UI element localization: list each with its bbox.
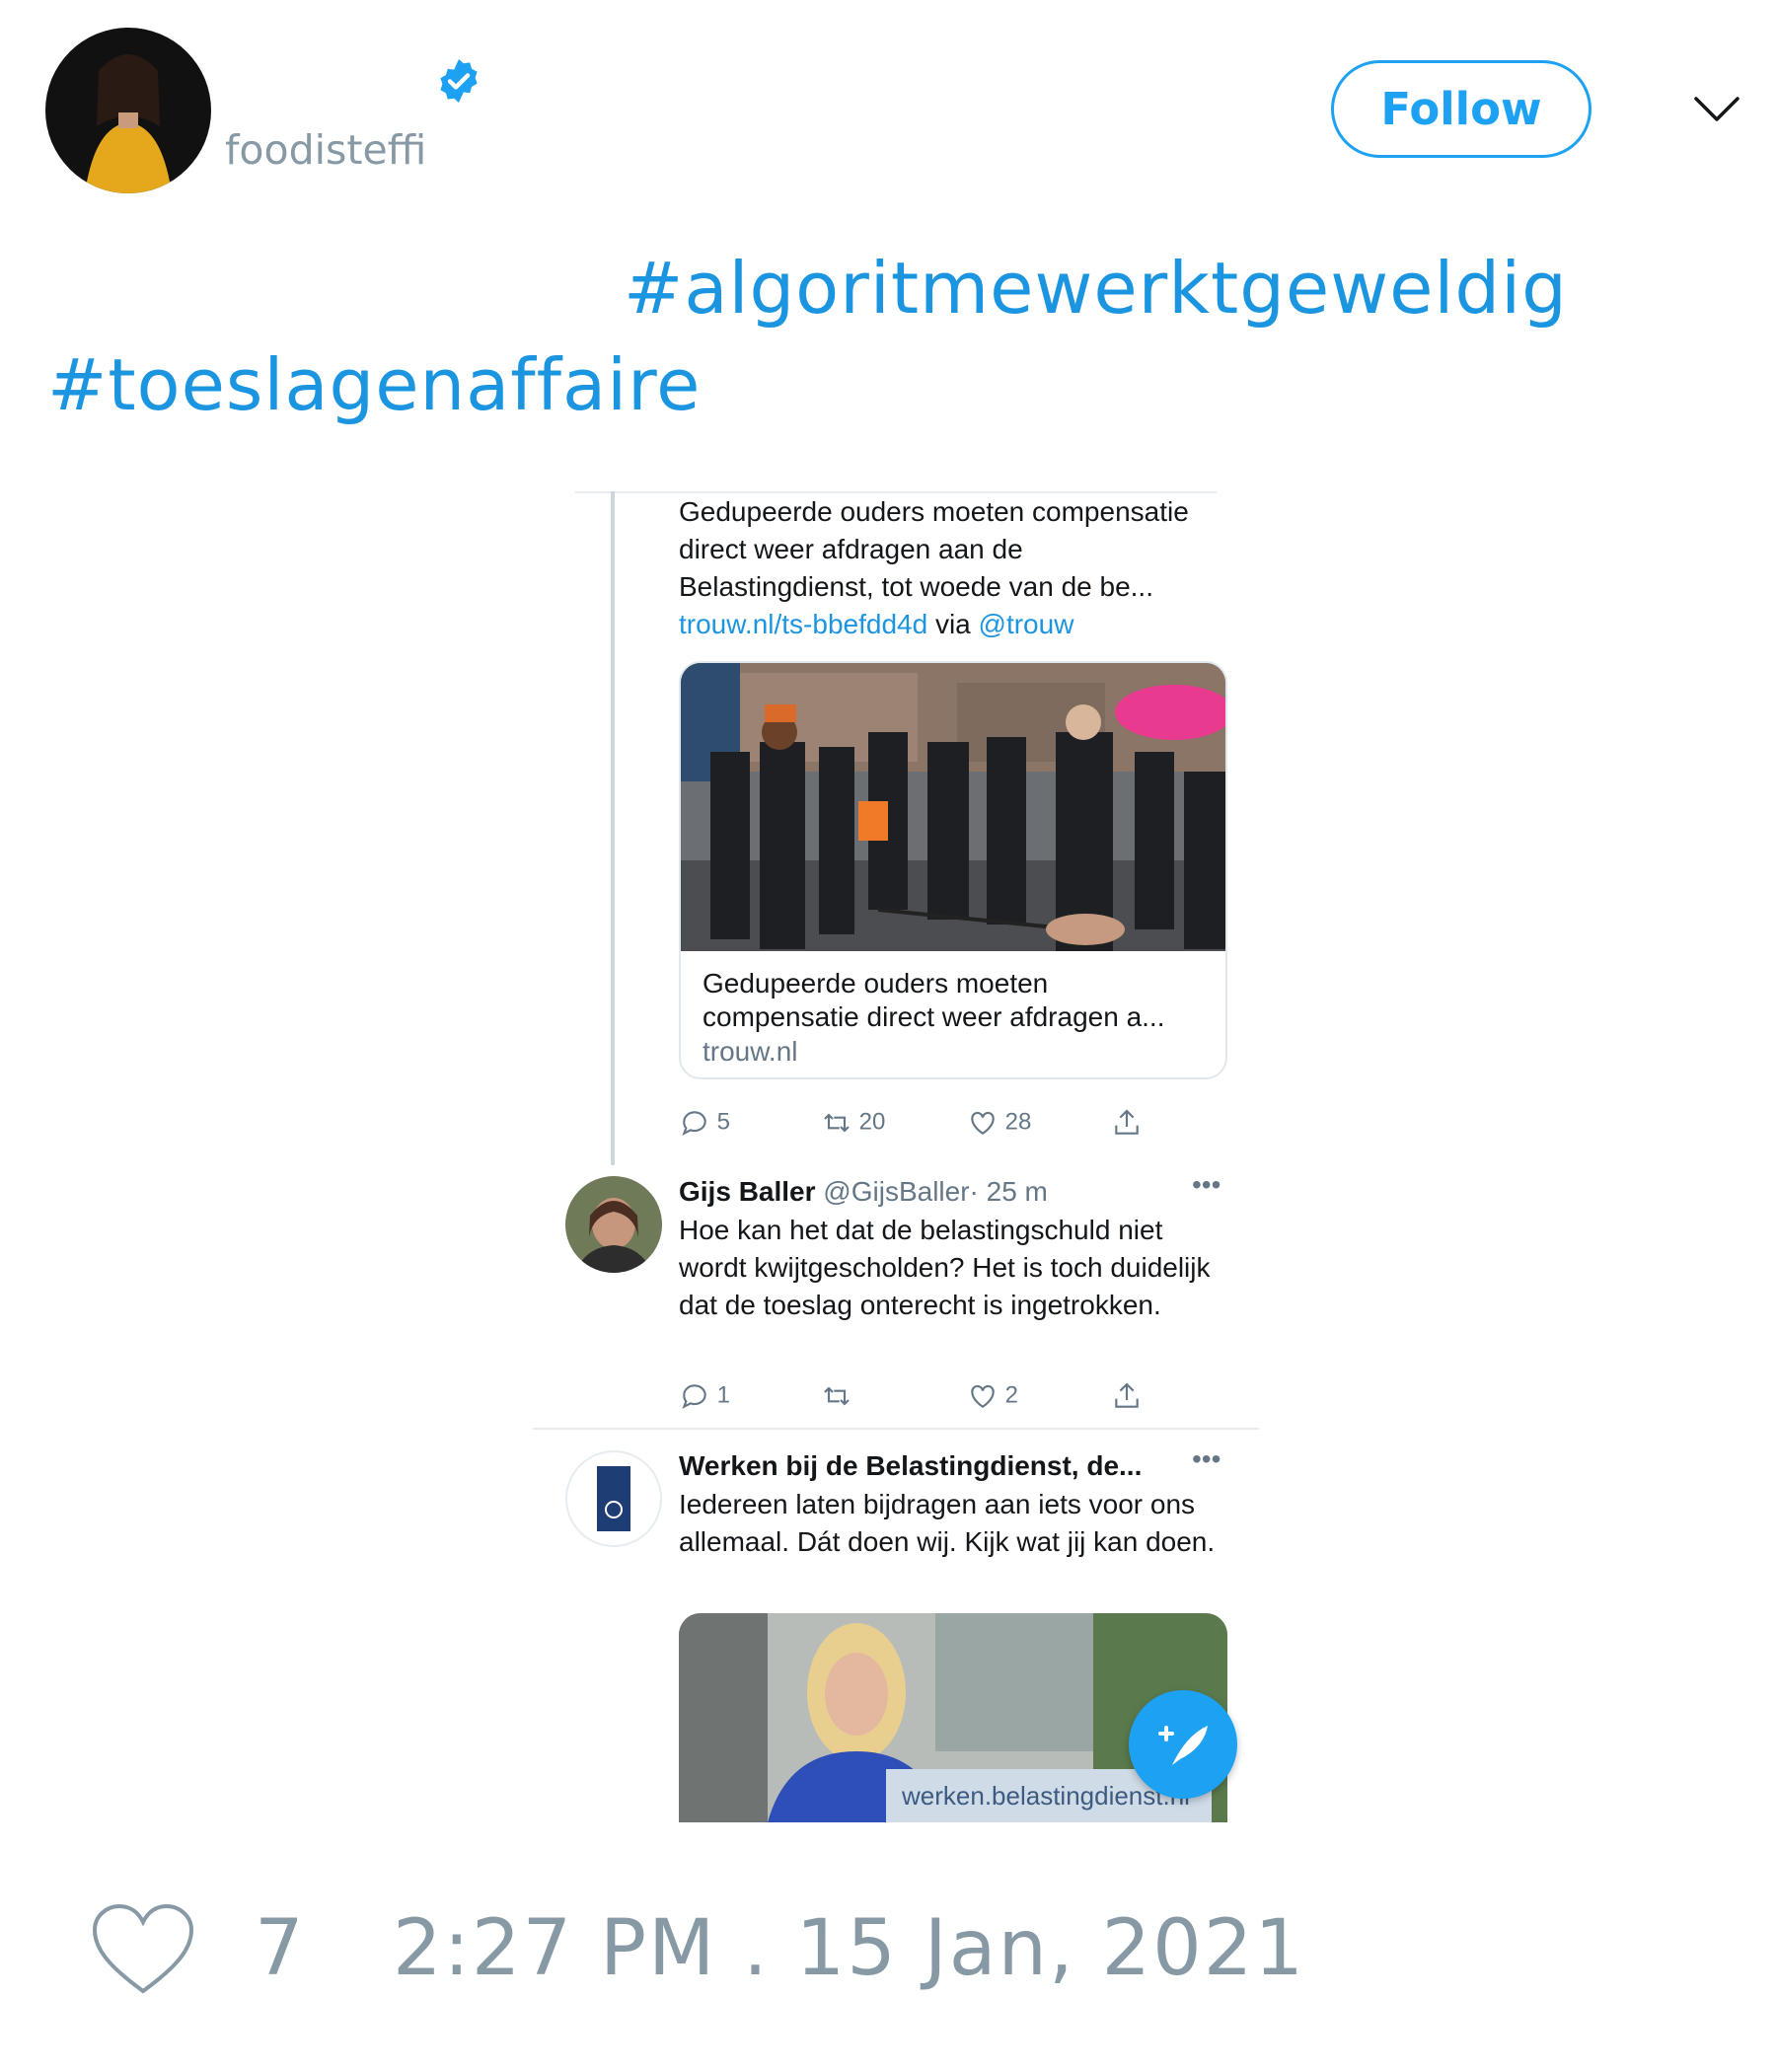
tweet-timestamp[interactable]: 2:27 PM . 15 Jan, 2021 <box>393 1904 1305 1993</box>
avatar[interactable] <box>565 1450 662 1547</box>
user-handle[interactable]: foodisteffi <box>225 126 426 174</box>
share-button[interactable] <box>1111 1107 1143 1139</box>
post-header: Gijs Baller @GijsBaller· 25 m <box>679 1176 1048 1208</box>
mention-link[interactable]: @trouw <box>979 609 1074 639</box>
retweet-button[interactable] <box>821 1380 852 1412</box>
card-domain: trouw.nl <box>703 1036 798 1067</box>
reply-icon <box>682 1111 706 1136</box>
display-name[interactable]: Gijs Baller <box>679 1176 816 1207</box>
like-button[interactable]: 2 <box>967 1380 1018 1412</box>
article-photo <box>681 663 1225 951</box>
post-text: Iedereen laten bijdragen aan iets voor o… <box>679 1489 1216 1557</box>
heart-icon <box>971 1111 995 1135</box>
retweet-icon <box>824 1386 850 1406</box>
display-name[interactable]: Werken bij de Belastingdienst, de... <box>679 1450 1142 1482</box>
thread-line <box>611 491 615 1165</box>
share-icon <box>1115 1109 1139 1135</box>
like-button[interactable]: 28 <box>967 1107 1031 1139</box>
avatar[interactable] <box>565 1176 662 1273</box>
chevron-down-icon[interactable] <box>1693 95 1740 124</box>
post-text: Gedupeerde ouders moeten compensatie dir… <box>679 496 1189 639</box>
divider <box>533 1428 1259 1430</box>
heart-icon[interactable] <box>91 1902 195 1997</box>
avatar[interactable] <box>45 28 211 193</box>
share-button[interactable] <box>1111 1380 1143 1412</box>
reply-button[interactable]: 1 <box>679 1380 730 1412</box>
embedded-screenshot: Gedupeerde ouders moeten compensatie dir… <box>533 488 1259 1822</box>
verified-badge-icon <box>440 59 478 103</box>
heart-icon <box>971 1384 995 1408</box>
article-link[interactable]: trouw.nl/ts-bbefdd4d <box>679 609 927 639</box>
reply-icon <box>682 1384 706 1409</box>
like-count: 7 <box>255 1904 304 1993</box>
reply-button[interactable]: 5 <box>679 1107 730 1139</box>
post-text: Hoe kan het dat de belastingschuld niet … <box>679 1215 1211 1320</box>
compose-button[interactable] <box>1129 1690 1237 1799</box>
more-options-icon[interactable]: ••• <box>1192 1443 1221 1475</box>
share-icon <box>1115 1382 1139 1408</box>
retweet-button[interactable]: 20 <box>821 1107 885 1139</box>
follow-button[interactable]: Follow <box>1331 60 1591 158</box>
card-title: Gedupeerde ouders moeten compensatie dir… <box>703 968 1165 1032</box>
hashtag-link[interactable]: #toeslagenaffaire <box>47 343 701 426</box>
retweet-icon <box>824 1113 850 1133</box>
compose-feather-icon <box>1158 1726 1208 1765</box>
post-time: · 25 m <box>969 1176 1048 1207</box>
link-card[interactable]: Gedupeerde ouders moeten compensatie dir… <box>679 661 1227 1079</box>
hashtag-link[interactable]: #algoritmewerktgeweldig <box>624 247 1568 330</box>
user-handle[interactable]: @GijsBaller <box>823 1176 969 1207</box>
more-options-icon[interactable]: ••• <box>1192 1169 1221 1201</box>
